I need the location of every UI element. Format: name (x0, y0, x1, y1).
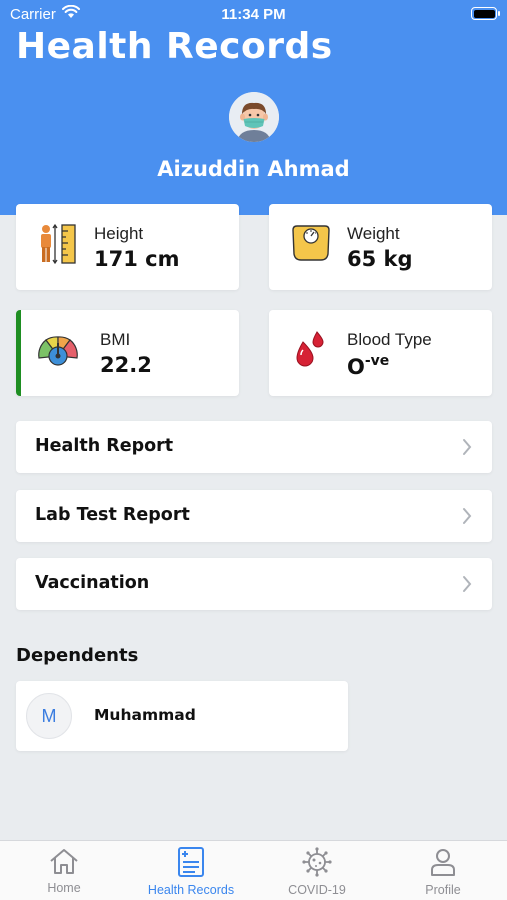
health-records-icon (178, 847, 204, 877)
user-name: Aizuddin Ahmad (157, 157, 350, 181)
blood-type-group: O (347, 355, 365, 379)
bmi-card[interactable]: BMI 22.2 (16, 310, 239, 396)
tab-profile[interactable]: Profile (388, 847, 498, 899)
bmi-label: BMI (100, 330, 131, 349)
weighing-scale-icon (289, 222, 333, 266)
tab-bar: Home Health Records COVID-19 Profile (0, 840, 507, 900)
dependent-name: Muhammad (94, 706, 196, 724)
height-label: Height (94, 224, 144, 243)
chevron-right-icon (463, 508, 472, 524)
blood-type-rh: -ve (364, 353, 390, 369)
dependents-heading: Dependents (16, 645, 139, 666)
tab-covid-19[interactable]: COVID-19 (262, 847, 372, 899)
dependent-avatar: M (26, 693, 72, 739)
blood-type-card[interactable]: Blood Type O-ve (269, 310, 492, 396)
weight-card[interactable]: Weight 65 kg (269, 204, 492, 290)
header: Carrier 11:34 PM Health Records Aizuddin… (0, 0, 507, 215)
tab-health-records[interactable]: Health Records (136, 847, 246, 899)
lab-test-report-button[interactable]: Lab Test Report (16, 490, 492, 542)
profile-icon (431, 849, 455, 876)
blood-drop-icon (289, 328, 333, 372)
tab-health-records-label: Health Records (147, 883, 235, 897)
blood-type-label: Blood Type (347, 330, 432, 349)
user-avatar-icon (229, 92, 279, 142)
chevron-right-icon (463, 439, 472, 455)
height-value: 171 cm (94, 247, 180, 271)
tab-profile-label: Profile (425, 883, 461, 897)
height-ruler-icon (36, 222, 80, 266)
home-icon (50, 849, 78, 874)
bmi-gauge-icon (36, 328, 80, 372)
dependent-card[interactable]: M Muhammad (16, 681, 348, 751)
page-title: Health Records (16, 26, 333, 67)
blood-type-value: O-ve (347, 353, 389, 379)
virus-icon (302, 847, 332, 877)
chevron-right-icon (463, 576, 472, 592)
weight-value: 65 kg (347, 247, 413, 271)
tab-covid-19-label: COVID-19 (288, 883, 346, 897)
vaccination-label: Vaccination (35, 573, 150, 593)
bmi-status-indicator (16, 310, 21, 396)
height-card[interactable]: Height 171 cm (16, 204, 239, 290)
tab-home-label: Home (47, 881, 81, 895)
clock: 11:34 PM (221, 6, 286, 23)
battery-icon (471, 7, 500, 20)
lab-test-report-label: Lab Test Report (35, 505, 190, 525)
tab-home[interactable]: Home (9, 847, 119, 899)
bmi-value: 22.2 (100, 353, 152, 377)
avatar[interactable] (229, 92, 279, 142)
vaccination-button[interactable]: Vaccination (16, 558, 492, 610)
health-report-button[interactable]: Health Report (16, 421, 492, 473)
health-report-label: Health Report (35, 436, 174, 456)
weight-label: Weight (347, 224, 400, 243)
